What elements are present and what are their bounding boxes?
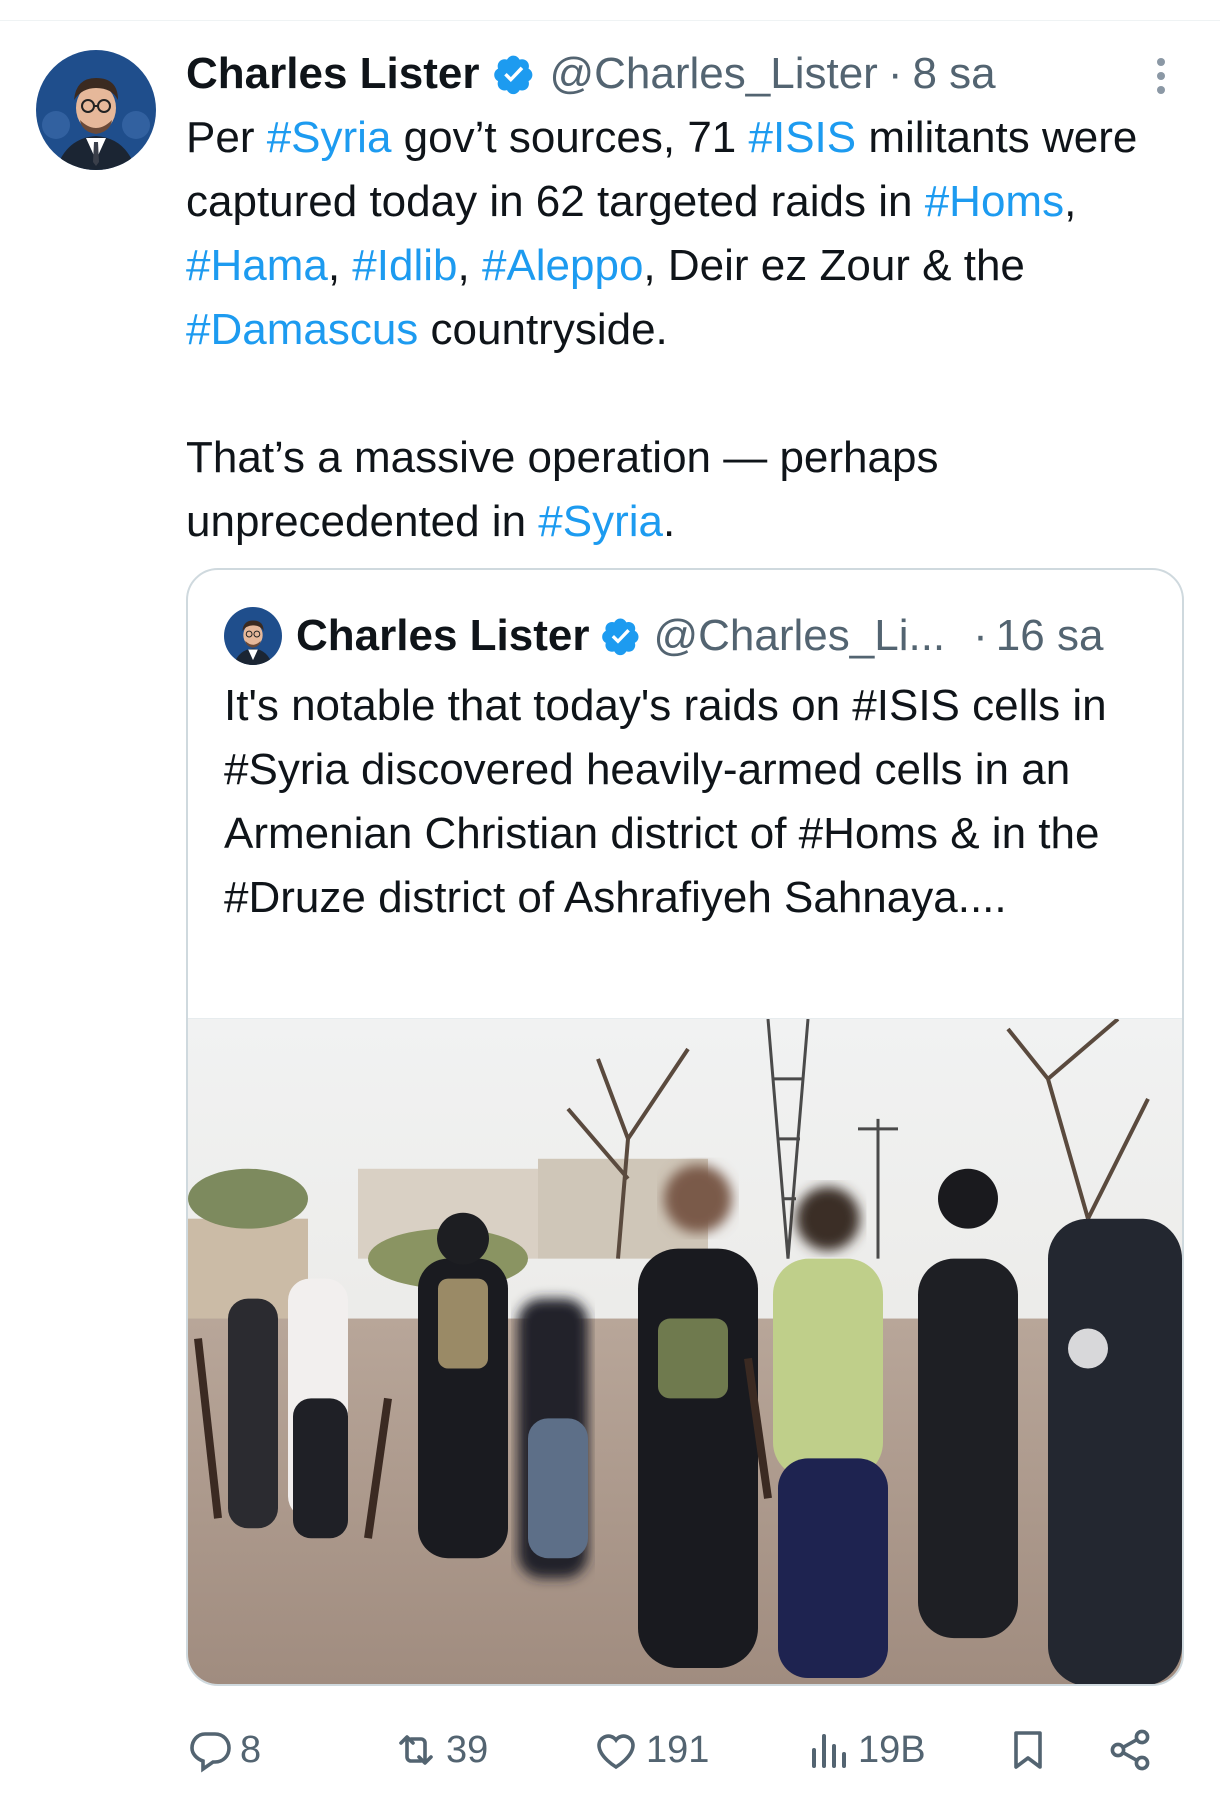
tweet-text: Per #Syria gov’t sources, 71 #ISIS milit… xyxy=(186,106,1176,554)
tweet-text-segment: Per xyxy=(186,113,267,162)
more-vertical-icon[interactable] xyxy=(1144,54,1178,98)
like-button[interactable]: 191 xyxy=(592,1722,709,1778)
views-button[interactable]: 19B xyxy=(804,1722,926,1778)
action-bar: 8 39 191 19B xyxy=(186,1722,1176,1778)
tweet-text-segment: , Deir ez Zour & the xyxy=(643,241,1025,290)
hashtag-link[interactable]: #Hama xyxy=(186,241,328,290)
views-count: 19B xyxy=(858,1728,926,1771)
hashtag-link[interactable]: #Homs xyxy=(925,177,1064,226)
quoted-tweet-header: Charles Lister @Charles_Li... · 16 sa xyxy=(224,606,1103,666)
tweet-text-segment: , xyxy=(327,241,353,290)
share-icon xyxy=(1106,1726,1154,1774)
reply-count: 8 xyxy=(240,1728,262,1771)
share-button[interactable] xyxy=(1106,1722,1154,1778)
tweet-text-segment: , xyxy=(1064,177,1077,226)
quoted-tweet-text: It's notable that today's raids on #ISIS… xyxy=(224,681,1107,922)
quoted-author-avatar xyxy=(224,607,282,665)
hashtag-link[interactable]: #Syria xyxy=(267,113,392,162)
bookmark-button[interactable] xyxy=(1004,1722,1052,1778)
reply-button[interactable]: 8 xyxy=(186,1722,261,1778)
tweet-text-segment: . xyxy=(663,497,676,546)
hashtag-link[interactable]: #Aleppo xyxy=(482,241,643,290)
tweet-header: Charles Lister @Charles_Lister · 8 sa xyxy=(186,44,996,104)
heart-icon xyxy=(592,1726,640,1774)
quoted-tweet-card[interactable]: Charles Lister @Charles_Li... · 16 sa It… xyxy=(186,568,1184,1686)
tweet-paragraph: Per #Syria gov’t sources, 71 #ISIS milit… xyxy=(186,106,1176,362)
like-count: 191 xyxy=(646,1728,710,1771)
hashtag-link[interactable]: #Syria xyxy=(538,497,663,546)
quoted-author-handle: @Charles_Li... xyxy=(653,611,946,660)
top-divider xyxy=(0,20,1220,21)
hashtag-link[interactable]: #ISIS xyxy=(749,113,857,162)
separator-dot: · xyxy=(887,49,903,98)
repost-button[interactable]: 39 xyxy=(392,1722,488,1778)
repost-count: 39 xyxy=(446,1728,489,1771)
author-handle[interactable]: @Charles_Lister xyxy=(549,49,877,99)
tweet-text-segment: gov’t sources, 71 xyxy=(391,113,749,162)
quoted-tweet-photo[interactable] xyxy=(188,1018,1182,1684)
verified-badge-icon xyxy=(601,616,641,656)
tweet-time[interactable]: 8 sa xyxy=(912,49,995,99)
bookmark-icon xyxy=(1004,1726,1052,1774)
separator-dot: · xyxy=(973,611,988,660)
repost-icon xyxy=(392,1726,440,1774)
author-avatar[interactable] xyxy=(36,50,156,170)
tweet-text-segment: countryside. xyxy=(418,305,668,354)
reply-icon xyxy=(186,1726,234,1774)
quoted-author-name: Charles Lister xyxy=(296,611,590,660)
tweet-text-segment: , xyxy=(457,241,482,290)
hashtag-link[interactable]: #Damascus xyxy=(186,305,418,354)
tweet-paragraph: That’s a massive operation — perhaps unp… xyxy=(186,426,1176,554)
verified-badge-icon xyxy=(493,53,535,95)
views-icon xyxy=(804,1726,852,1774)
hashtag-link[interactable]: #Idlib xyxy=(352,241,457,290)
quoted-tweet-time: 16 sa xyxy=(995,611,1104,660)
author-name[interactable]: Charles Lister xyxy=(186,49,479,99)
